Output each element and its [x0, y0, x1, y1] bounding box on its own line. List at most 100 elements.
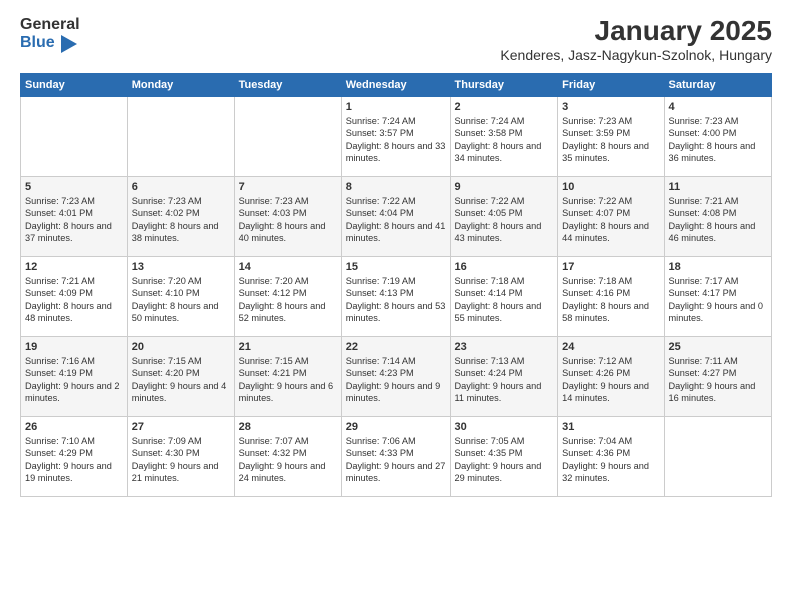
day-info: Sunrise: 7:24 AM Sunset: 3:58 PM Dayligh… — [455, 115, 554, 165]
header-monday: Monday — [127, 73, 234, 96]
logo-general: General — [20, 16, 80, 34]
day-cell — [21, 96, 128, 176]
logo: General Blue — [20, 16, 80, 53]
day-number: 18 — [669, 261, 768, 273]
day-number: 16 — [455, 261, 554, 273]
day-info: Sunrise: 7:21 AM Sunset: 4:08 PM Dayligh… — [669, 195, 768, 245]
day-info: Sunrise: 7:23 AM Sunset: 4:00 PM Dayligh… — [669, 115, 768, 165]
day-info: Sunrise: 7:19 AM Sunset: 4:13 PM Dayligh… — [346, 275, 446, 325]
day-number: 26 — [25, 421, 123, 433]
day-info: Sunrise: 7:17 AM Sunset: 4:17 PM Dayligh… — [669, 275, 768, 325]
day-cell: 21 Sunrise: 7:15 AM Sunset: 4:21 PM Dayli… — [234, 336, 341, 416]
calendar-title: January 2025 — [500, 16, 772, 47]
day-number: 11 — [669, 181, 768, 193]
day-info: Sunrise: 7:14 AM Sunset: 4:23 PM Dayligh… — [346, 355, 446, 405]
week-row-4: 19 Sunrise: 7:16 AM Sunset: 4:19 PM Dayli… — [21, 336, 772, 416]
day-info: Sunrise: 7:23 AM Sunset: 4:02 PM Dayligh… — [132, 195, 230, 245]
day-cell — [664, 416, 772, 496]
day-cell: 14Sunrise: 7:20 AM Sunset: 4:12 PM Dayli… — [234, 256, 341, 336]
day-info: Sunrise: 7:21 AM Sunset: 4:09 PM Dayligh… — [25, 275, 123, 325]
day-number: 4 — [669, 101, 768, 113]
day-cell: 16 Sunrise: 7:18 AM Sunset: 4:14 PM Dayli… — [450, 256, 558, 336]
day-info: Sunrise: 7:13 AM Sunset: 4:24 PM Dayligh… — [455, 355, 554, 405]
day-info: Sunrise: 7:18 AM Sunset: 4:14 PM Dayligh… — [455, 275, 554, 325]
day-cell: 11 Sunrise: 7:21 AM Sunset: 4:08 PM Dayli… — [664, 176, 772, 256]
day-number: 8 — [346, 181, 446, 193]
day-cell — [234, 96, 341, 176]
day-info: Sunrise: 7:20 AM Sunset: 4:12 PM Dayligh… — [239, 275, 337, 325]
calendar-header-row: SundayMondayTuesdayWednesdayThursdayFrid… — [21, 73, 772, 96]
day-info: Sunrise: 7:24 AM Sunset: 3:57 PM Dayligh… — [346, 115, 446, 165]
week-row-2: 5Sunrise: 7:23 AM Sunset: 4:01 PM Daylig… — [21, 176, 772, 256]
day-cell: 19 Sunrise: 7:16 AM Sunset: 4:19 PM Dayli… — [21, 336, 128, 416]
day-info: Sunrise: 7:16 AM Sunset: 4:19 PM Dayligh… — [25, 355, 123, 405]
day-cell: 6Sunrise: 7:23 AM Sunset: 4:02 PM Daylig… — [127, 176, 234, 256]
day-info: Sunrise: 7:22 AM Sunset: 4:07 PM Dayligh… — [562, 195, 659, 245]
day-cell: 31 Sunrise: 7:04 AM Sunset: 4:36 PM Dayli… — [558, 416, 664, 496]
day-number: 28 — [239, 421, 337, 433]
header-thursday: Thursday — [450, 73, 558, 96]
day-info: Sunrise: 7:04 AM Sunset: 4:36 PM Dayligh… — [562, 435, 659, 485]
day-cell: 3Sunrise: 7:23 AM Sunset: 3:59 PM Daylig… — [558, 96, 664, 176]
day-info: Sunrise: 7:22 AM Sunset: 4:04 PM Dayligh… — [346, 195, 446, 245]
day-number: 5 — [25, 181, 123, 193]
day-number: 19 — [25, 341, 123, 353]
day-cell: 17 Sunrise: 7:18 AM Sunset: 4:16 PM Dayli… — [558, 256, 664, 336]
day-cell: 2 Sunrise: 7:24 AM Sunset: 3:58 PM Daylig… — [450, 96, 558, 176]
week-row-3: 12 Sunrise: 7:21 AM Sunset: 4:09 PM Dayli… — [21, 256, 772, 336]
day-cell: 23 Sunrise: 7:13 AM Sunset: 4:24 PM Dayli… — [450, 336, 558, 416]
day-cell: 9Sunrise: 7:22 AM Sunset: 4:05 PM Daylig… — [450, 176, 558, 256]
page: General Blue January 2025 Kenderes, Jasz… — [0, 0, 792, 612]
day-cell: 18 Sunrise: 7:17 AM Sunset: 4:17 PM Dayli… — [664, 256, 772, 336]
header-tuesday: Tuesday — [234, 73, 341, 96]
day-info: Sunrise: 7:23 AM Sunset: 3:59 PM Dayligh… — [562, 115, 659, 165]
day-info: Sunrise: 7:15 AM Sunset: 4:21 PM Dayligh… — [239, 355, 337, 405]
day-cell: 7Sunrise: 7:23 AM Sunset: 4:03 PM Daylig… — [234, 176, 341, 256]
day-number: 12 — [25, 261, 123, 273]
day-cell: 26 Sunrise: 7:10 AM Sunset: 4:29 PM Dayli… — [21, 416, 128, 496]
day-number: 29 — [346, 421, 446, 433]
day-cell: 4 Sunrise: 7:23 AM Sunset: 4:00 PM Daylig… — [664, 96, 772, 176]
day-cell: 15Sunrise: 7:19 AM Sunset: 4:13 PM Dayli… — [341, 256, 450, 336]
day-cell — [127, 96, 234, 176]
day-cell: 29 Sunrise: 7:06 AM Sunset: 4:33 PM Dayli… — [341, 416, 450, 496]
calendar-table: SundayMondayTuesdayWednesdayThursdayFrid… — [20, 73, 772, 497]
day-cell: 27Sunrise: 7:09 AM Sunset: 4:30 PM Dayli… — [127, 416, 234, 496]
day-cell: 1 Sunrise: 7:24 AM Sunset: 3:57 PM Daylig… — [341, 96, 450, 176]
day-cell: 12 Sunrise: 7:21 AM Sunset: 4:09 PM Dayli… — [21, 256, 128, 336]
day-number: 1 — [346, 101, 446, 113]
day-number: 13 — [132, 261, 230, 273]
day-info: Sunrise: 7:20 AM Sunset: 4:10 PM Dayligh… — [132, 275, 230, 325]
calendar-subtitle: Kenderes, Jasz-Nagykun-Szolnok, Hungary — [500, 47, 772, 63]
day-info: Sunrise: 7:05 AM Sunset: 4:35 PM Dayligh… — [455, 435, 554, 485]
day-number: 17 — [562, 261, 659, 273]
day-info: Sunrise: 7:06 AM Sunset: 4:33 PM Dayligh… — [346, 435, 446, 485]
day-number: 23 — [455, 341, 554, 353]
day-cell: 22 Sunrise: 7:14 AM Sunset: 4:23 PM Dayli… — [341, 336, 450, 416]
logo-flag-icon — [57, 35, 77, 53]
day-cell: 10Sunrise: 7:22 AM Sunset: 4:07 PM Dayli… — [558, 176, 664, 256]
title-block: January 2025 Kenderes, Jasz-Nagykun-Szol… — [500, 16, 772, 63]
day-number: 25 — [669, 341, 768, 353]
week-row-1: 1 Sunrise: 7:24 AM Sunset: 3:57 PM Daylig… — [21, 96, 772, 176]
day-number: 9 — [455, 181, 554, 193]
day-cell: 28Sunrise: 7:07 AM Sunset: 4:32 PM Dayli… — [234, 416, 341, 496]
day-cell: 30Sunrise: 7:05 AM Sunset: 4:35 PM Dayli… — [450, 416, 558, 496]
day-cell: 8 Sunrise: 7:22 AM Sunset: 4:04 PM Daylig… — [341, 176, 450, 256]
day-cell: 20Sunrise: 7:15 AM Sunset: 4:20 PM Dayli… — [127, 336, 234, 416]
day-info: Sunrise: 7:10 AM Sunset: 4:29 PM Dayligh… — [25, 435, 123, 485]
day-info: Sunrise: 7:12 AM Sunset: 4:26 PM Dayligh… — [562, 355, 659, 405]
day-info: Sunrise: 7:23 AM Sunset: 4:03 PM Dayligh… — [239, 195, 337, 245]
day-number: 2 — [455, 101, 554, 113]
day-cell: 5Sunrise: 7:23 AM Sunset: 4:01 PM Daylig… — [21, 176, 128, 256]
day-number: 31 — [562, 421, 659, 433]
day-number: 21 — [239, 341, 337, 353]
day-cell: 13 Sunrise: 7:20 AM Sunset: 4:10 PM Dayli… — [127, 256, 234, 336]
day-info: Sunrise: 7:18 AM Sunset: 4:16 PM Dayligh… — [562, 275, 659, 325]
day-number: 22 — [346, 341, 446, 353]
logo-text: General Blue — [20, 16, 80, 53]
header: General Blue January 2025 Kenderes, Jasz… — [20, 16, 772, 63]
day-number: 24 — [562, 341, 659, 353]
header-wednesday: Wednesday — [341, 73, 450, 96]
header-friday: Friday — [558, 73, 664, 96]
